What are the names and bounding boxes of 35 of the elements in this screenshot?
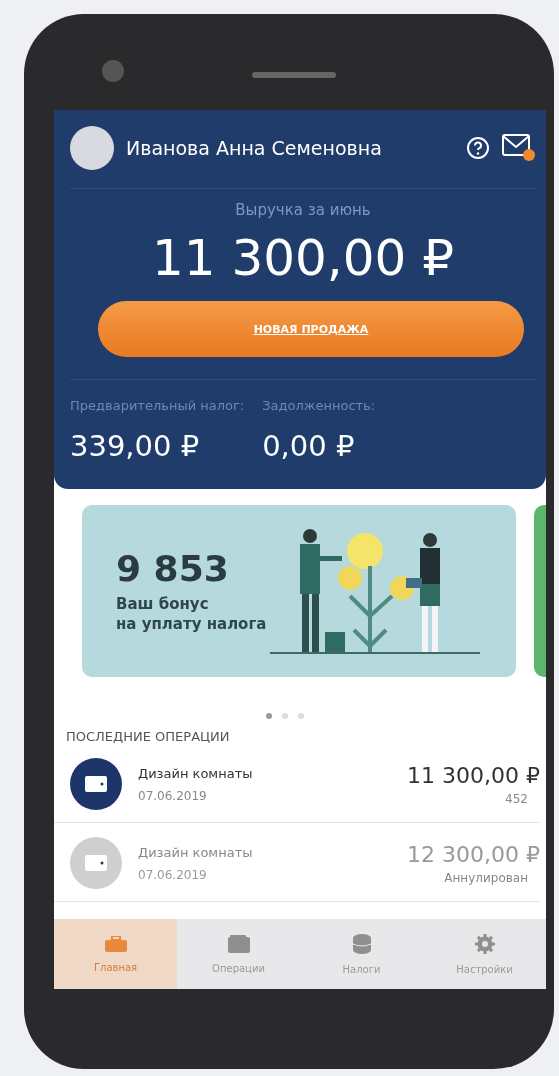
bonus-amount: 9 853	[116, 548, 230, 589]
revenue-amount: 11 300,00 ₽	[150, 229, 456, 287]
help-icon[interactable]	[466, 136, 490, 160]
avatar[interactable]	[70, 126, 114, 170]
stat-value: 0,00 ₽	[262, 429, 356, 463]
revenue-label: Выручка за июнь	[234, 201, 372, 219]
bonus-text: Ваш бонус на уплату налога	[116, 595, 267, 634]
bonus-card[interactable]: 9 853 Ваш бонус на уплату налога	[82, 505, 516, 677]
briefcase-icon	[104, 935, 127, 952]
user-name: Иванова Анна Семеновна	[126, 137, 383, 159]
camera-icon	[102, 60, 124, 82]
operation-note: Аннулирован	[444, 870, 529, 885]
tab[interactable]: Операции	[177, 919, 300, 989]
tab[interactable]: Настройки	[423, 919, 546, 989]
coins-icon	[351, 933, 372, 954]
operation-name: Дизайн комнаты	[138, 765, 254, 781]
new-sale-button[interactable]: НОВАЯ ПРОДАЖА	[98, 301, 524, 357]
tab[interactable]: Главная	[54, 919, 177, 989]
operation-date: 07.06.2019	[138, 788, 208, 803]
operation-row[interactable]: Дизайн комнаты 07.06.2019 11 300,00 ₽ 452	[54, 744, 540, 823]
carousel-dot[interactable]	[282, 713, 288, 719]
operation-note: 452	[505, 791, 529, 806]
operation-row[interactable]: Дизайн комнаты 07.06.2019 12 300,00 ₽ Аннулирован	[54, 823, 540, 902]
tab[interactable]: Налоги	[300, 919, 423, 989]
mail-icon[interactable]	[502, 134, 536, 162]
carousel-dot[interactable]	[266, 713, 272, 719]
operation-date: 07.06.2019	[138, 867, 208, 882]
operation-name: Дизайн комнаты	[138, 844, 254, 860]
operation-amount: 12 300,00 ₽	[407, 841, 540, 867]
stat-label: Задолженность:	[262, 398, 376, 413]
operation-amount: 11 300,00 ₽	[407, 762, 540, 788]
stat-value: 339,00 ₽	[70, 429, 201, 463]
stat-label: Предварительный налог:	[70, 398, 245, 413]
section-title: ПОСЛЕДНИЕ ОПЕРАЦИИ	[66, 729, 231, 744]
carousel-dot[interactable]	[298, 713, 304, 719]
